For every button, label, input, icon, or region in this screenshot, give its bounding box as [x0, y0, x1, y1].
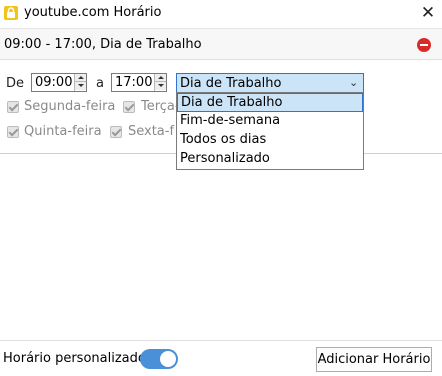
- dropdown-option-workday[interactable]: Dia de Trabalho: [177, 93, 363, 112]
- custom-schedule-label: Horário personalizado: [3, 351, 146, 366]
- from-label: De: [6, 76, 25, 91]
- checkbox-day-3[interactable]: [7, 126, 19, 138]
- dropdown-option-custom[interactable]: Personalizado: [177, 150, 363, 169]
- end-time-spinner[interactable]: 17:00: [111, 73, 167, 92]
- toggle-knob: [160, 351, 176, 367]
- add-schedule-button[interactable]: Adicionar Horário: [316, 347, 432, 372]
- checkbox-day-2[interactable]: [123, 101, 135, 113]
- dropdown-option-weekend[interactable]: Fim-de-semana: [177, 112, 363, 131]
- remove-icon[interactable]: [417, 38, 431, 52]
- day-label-4: Sexta-f: [128, 124, 175, 139]
- dropdown-option-every-day[interactable]: Todos os dias: [177, 131, 363, 150]
- lock-icon: [4, 6, 18, 20]
- end-time-up-icon[interactable]: [155, 74, 166, 82]
- chevron-down-icon: ⌄: [349, 76, 359, 89]
- start-time-down-icon[interactable]: [75, 82, 86, 90]
- period-select-value: Dia de Trabalho: [180, 76, 282, 91]
- end-time-spin-buttons: [154, 74, 166, 91]
- checkbox-day-4[interactable]: [110, 126, 122, 138]
- period-select[interactable]: Dia de Trabalho ⌄: [176, 73, 364, 94]
- end-time-down-icon[interactable]: [155, 82, 166, 90]
- checkbox-day-1[interactable]: [7, 101, 19, 113]
- schedule-item[interactable]: 09:00 - 17:00, Dia de Trabalho: [0, 28, 442, 60]
- day-label-3: Quinta-feira: [24, 124, 102, 139]
- footer-bar: Horário personalizado Adicionar Horário: [0, 340, 442, 376]
- start-time-up-icon[interactable]: [75, 74, 86, 82]
- to-label: a: [96, 76, 104, 91]
- schedule-window: youtube.com Horário ✕ 09:00 - 17:00, Dia…: [0, 0, 442, 376]
- start-time-spinner[interactable]: 09:00: [31, 73, 87, 92]
- close-icon[interactable]: ✕: [418, 2, 438, 24]
- custom-schedule-toggle[interactable]: [140, 349, 178, 369]
- day-label-1: Segunda-feira: [24, 99, 116, 114]
- start-time-spin-buttons: [74, 74, 86, 91]
- end-time-value: 17:00: [115, 75, 153, 90]
- window-title: youtube.com Horário: [24, 5, 162, 20]
- period-dropdown-list: Dia de Trabalho Fim-de-semana Todos os d…: [176, 92, 364, 170]
- schedule-summary: 09:00 - 17:00, Dia de Trabalho: [4, 37, 202, 52]
- start-time-value: 09:00: [35, 75, 73, 90]
- title-bar: youtube.com Horário ✕: [0, 0, 442, 27]
